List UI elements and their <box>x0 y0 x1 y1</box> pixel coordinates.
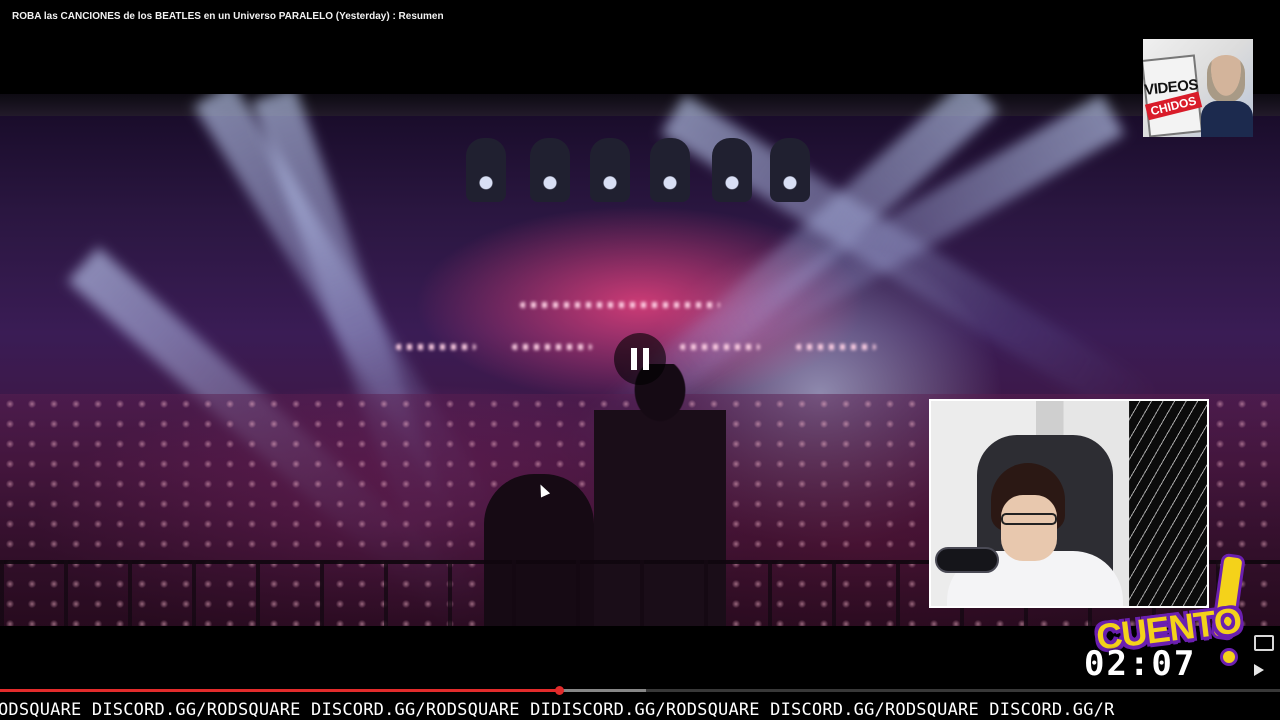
stage-light-row <box>396 344 476 350</box>
discord-ticker: ODSQUARE DISCORD.GG/RODSQUARE DISCORD.GG… <box>0 700 1280 720</box>
streamer-glasses <box>1001 513 1057 525</box>
miniplayer-icon[interactable] <box>1254 635 1274 651</box>
stage-light <box>590 138 630 202</box>
stage-light <box>530 138 570 202</box>
stage-light <box>770 138 810 202</box>
stage-light <box>712 138 752 202</box>
videos-chidos-sign: VIDEOS CHIDOS <box>1143 54 1203 137</box>
pause-button[interactable] <box>614 333 666 385</box>
stream-timer: 02:07 <box>1084 644 1197 684</box>
streamer-face <box>1001 495 1057 561</box>
pause-icon <box>643 348 649 370</box>
microphone <box>935 547 999 573</box>
video-title: ROBA las CANCIONES de los BEATLES en un … <box>12 11 444 22</box>
pause-icon <box>631 348 637 370</box>
share-icon[interactable] <box>1254 664 1264 676</box>
host-body <box>1201 101 1253 137</box>
stage-light-row <box>512 344 592 350</box>
stage-light <box>466 138 506 202</box>
progress-bar[interactable] <box>0 686 1280 695</box>
stage-light-row <box>680 344 760 350</box>
reactor-camera-topright: VIDEOS CHIDOS <box>1143 39 1253 137</box>
stage-light-row <box>520 302 720 308</box>
progress-played <box>0 689 560 692</box>
stage-light-row <box>796 344 876 350</box>
host-head <box>1207 55 1245 103</box>
stage-light <box>650 138 690 202</box>
progress-scrubber[interactable] <box>555 686 565 695</box>
exclamation-dot <box>1220 648 1238 666</box>
ticker-text: ODSQUARE DISCORD.GG/RODSQUARE DISCORD.GG… <box>0 700 1115 720</box>
